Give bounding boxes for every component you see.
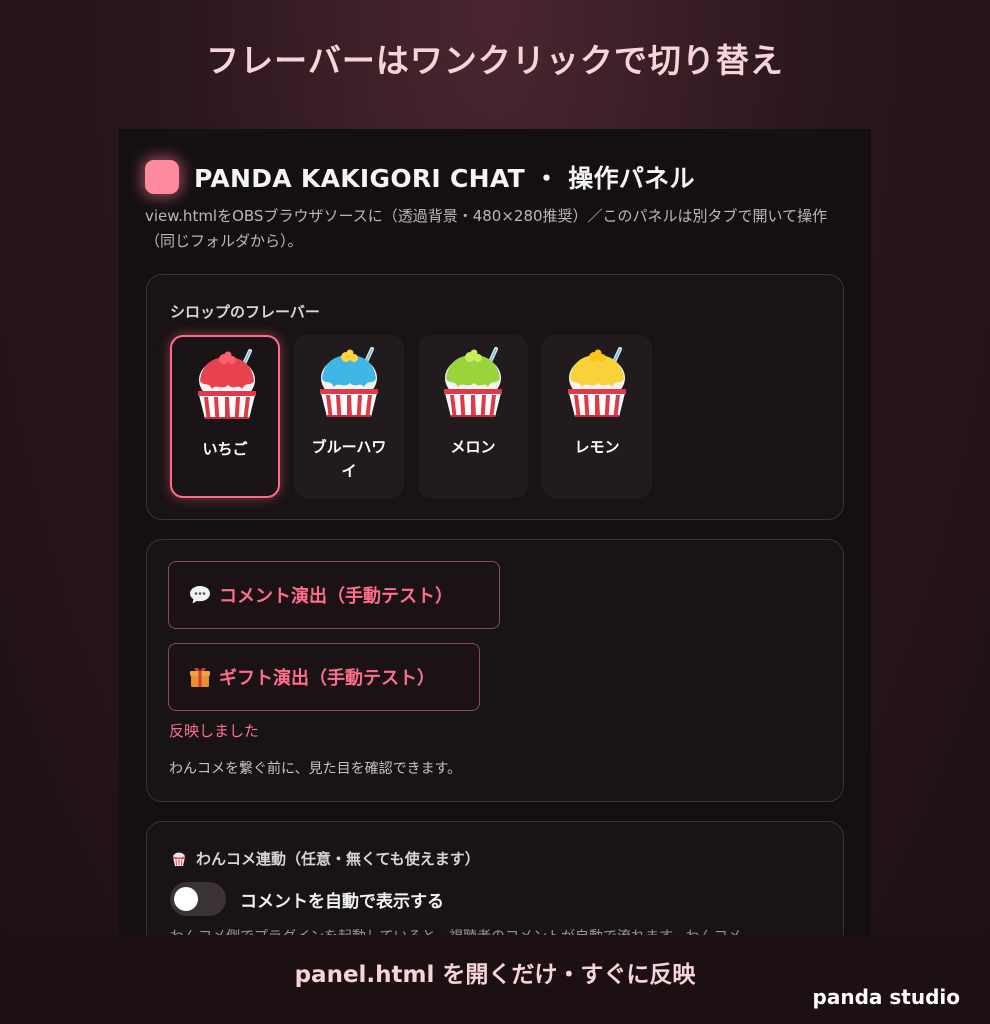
logo-icon: [145, 160, 179, 194]
hero-title: フレーバーはワンクリックで切り替え: [206, 41, 784, 80]
flavor-tile-strawberry[interactable]: いちご: [170, 335, 280, 498]
status-message: 反映しました: [169, 722, 260, 740]
comment-test-button[interactable]: コメント演出（手動テスト）: [168, 561, 500, 629]
link-description: わんコメ側でプラグインを起動していると、視聴者のコメントが自動で流れます。わんコ…: [170, 926, 742, 935]
link-section-title-text: わんコメ連動（任意・無くても使えます）: [196, 850, 480, 868]
flavor-section-label: シロップのフレーバー: [170, 303, 320, 321]
flavor-list: いちご ブルーハワイ メロン レモン: [170, 335, 666, 498]
flavor-name: レモン: [574, 438, 620, 456]
operation-panel: PANDA KAKIGORI CHAT ・ 操作パネル view.htmlをOB…: [119, 129, 871, 935]
shaved-ice-melon-icon: [444, 347, 502, 417]
speech-bubble-icon: [187, 582, 213, 608]
flavor-name: メロン: [450, 438, 496, 456]
manual-test-card: コメント演出（手動テスト） ギフト演出（手動テスト） 反映しました わんコメを繋…: [146, 539, 844, 802]
flavor-name: いちご: [202, 440, 248, 458]
link-section-title: わんコメ連動（任意・無くても使えます）: [170, 848, 480, 869]
shaved-ice-strawberry-icon: [198, 349, 256, 419]
flavor-tile-lemon[interactable]: レモン: [542, 335, 652, 498]
sub-caption: panel.html を開くだけ・すぐに反映: [294, 962, 696, 988]
auto-display-row: コメントを自動で表示する: [170, 882, 444, 916]
wancome-link-card: わんコメ連動（任意・無くても使えます） コメントを自動で表示する わんコメ側でプ…: [146, 821, 844, 935]
shaved-ice-mini-icon: [172, 852, 186, 866]
auto-display-toggle[interactable]: [170, 882, 226, 916]
hint-text: わんコメを繋ぐ前に、見た目を確認できます。: [169, 761, 462, 777]
gift-test-button[interactable]: ギフト演出（手動テスト）: [168, 643, 480, 711]
auto-display-label: コメントを自動で表示する: [240, 891, 444, 912]
comment-test-label: コメント演出（手動テスト）: [219, 586, 453, 607]
gift-icon: [187, 664, 213, 690]
flavor-name: ブルーハワイ: [311, 438, 387, 480]
gift-test-label: ギフト演出（手動テスト）: [219, 668, 435, 689]
brand-label: panda studio: [812, 985, 960, 1009]
flavor-card: シロップのフレーバー いちご ブルーハワイ メロン レモン: [146, 274, 844, 520]
flavor-tile-melon[interactable]: メロン: [418, 335, 528, 498]
shaved-ice-lemon-icon: [568, 347, 626, 417]
toggle-knob: [174, 887, 198, 911]
flavor-tile-blue-hawaii[interactable]: ブルーハワイ: [294, 335, 404, 498]
shaved-ice-blue-hawaii-icon: [320, 347, 378, 417]
panel-header: PANDA KAKIGORI CHAT ・ 操作パネル: [145, 159, 695, 195]
panel-description: view.htmlをOBSブラウザソースに（透過背景・480×280推奨）／この…: [145, 207, 828, 250]
panel-title: PANDA KAKIGORI CHAT ・ 操作パネル: [194, 164, 695, 193]
